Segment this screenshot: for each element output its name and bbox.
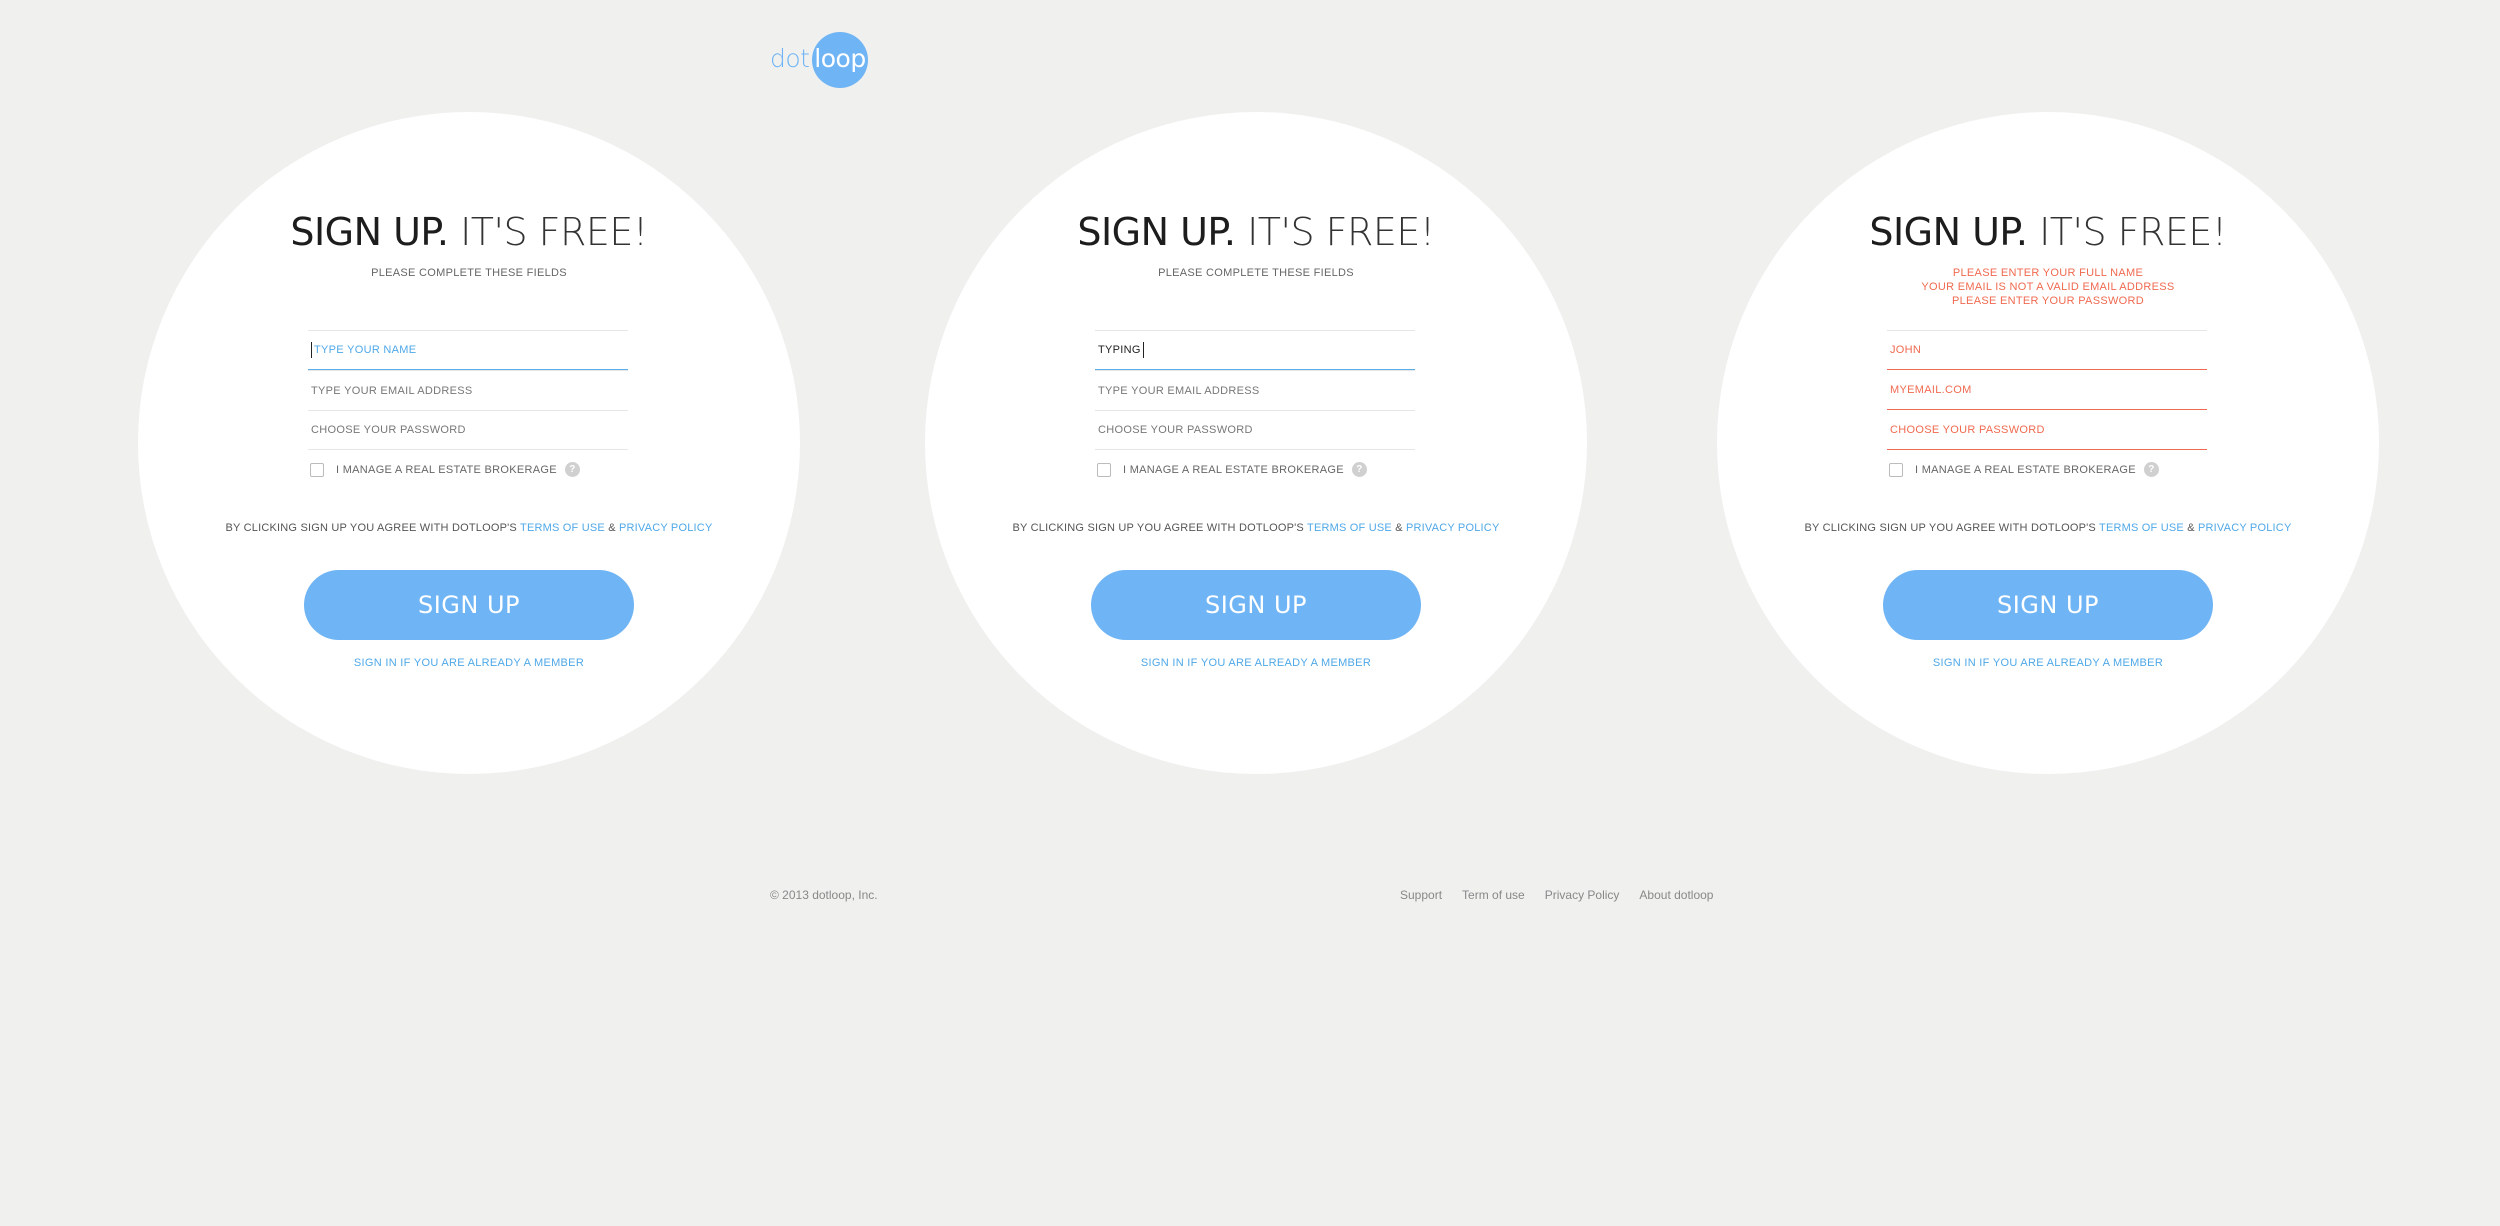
title-bold: SIGN UP. — [1869, 210, 2028, 254]
privacy-policy-link[interactable]: PRIVACY POLICY — [1406, 522, 1499, 534]
password-placeholder: CHOOSE YOUR PASSWORD — [311, 424, 466, 436]
signup-title: SIGN UP. IT'S FREE! — [138, 210, 800, 254]
email-placeholder: TYPE YOUR EMAIL ADDRESS — [1098, 384, 1260, 397]
signup-panel-empty: SIGN UP. IT'S FREE! PLEASE COMPLETE THES… — [138, 112, 800, 774]
terms-of-use-link[interactable]: TERMS OF USE — [1307, 522, 1392, 534]
name-field[interactable]: JOHN — [1887, 330, 2207, 370]
brokerage-checkbox[interactable] — [1889, 462, 1903, 477]
agreement-text: BY CLICKING SIGN UP YOU AGREE WITH DOTLO… — [138, 522, 800, 534]
error-password: PLEASE ENTER YOUR PASSWORD — [1952, 295, 2144, 307]
signin-link[interactable]: SIGN IN IF YOU ARE ALREADY A MEMBER — [925, 657, 1587, 669]
terms-of-use-link[interactable]: TERMS OF USE — [2099, 522, 2184, 534]
agreement-prefix: BY CLICKING SIGN UP YOU AGREE WITH DOTLO… — [225, 522, 521, 534]
brokerage-label[interactable]: I MANAGE A REAL ESTATE BROKERAGE — [1123, 464, 1344, 476]
name-field[interactable]: TYPE YOUR NAME — [308, 330, 628, 370]
brokerage-label[interactable]: I MANAGE A REAL ESTATE BROKERAGE — [1915, 464, 2136, 476]
signup-title: SIGN UP. IT'S FREE! — [925, 210, 1587, 254]
name-value: TYPING — [1098, 344, 1141, 356]
email-field[interactable]: TYPE YOUR EMAIL ADDRESS — [308, 370, 628, 410]
email-value: MYEMAIL.COM — [1890, 383, 1972, 396]
signup-subtitle: PLEASE COMPLETE THESE FIELDS — [371, 267, 567, 279]
signup-panel-typing: SIGN UP. IT'S FREE! PLEASE COMPLETE THES… — [925, 112, 1587, 774]
error-messages: PLEASE ENTER YOUR FULL NAME YOUR EMAIL I… — [1717, 266, 2379, 308]
logo-text-loop: loop — [814, 44, 866, 73]
signin-link[interactable]: SIGN IN IF YOU ARE ALREADY A MEMBER — [138, 657, 800, 669]
signup-form: TYPING TYPE YOUR EMAIL ADDRESS CHOOSE YO… — [1095, 330, 1415, 477]
brokerage-checkbox[interactable] — [310, 462, 324, 477]
title-light: IT'S FREE! — [1235, 210, 1435, 254]
password-placeholder: CHOOSE YOUR PASSWORD — [1890, 423, 2045, 436]
text-caret — [311, 342, 312, 358]
error-name: PLEASE ENTER YOUR FULL NAME — [1952, 267, 2144, 279]
footer-link-privacy[interactable]: Privacy Policy — [1545, 888, 1620, 902]
brokerage-option: I MANAGE A REAL ESTATE BROKERAGE ? — [1095, 462, 1415, 477]
agreement-text: BY CLICKING SIGN UP YOU AGREE WITH DOTLO… — [925, 522, 1587, 534]
title-light: IT'S FREE! — [448, 210, 648, 254]
footer-link-terms[interactable]: Term of use — [1462, 888, 1525, 902]
brokerage-label[interactable]: I MANAGE A REAL ESTATE BROKERAGE — [336, 464, 557, 476]
email-placeholder: TYPE YOUR EMAIL ADDRESS — [311, 384, 473, 397]
signin-link[interactable]: SIGN IN IF YOU ARE ALREADY A MEMBER — [1717, 657, 2379, 669]
email-field[interactable]: TYPE YOUR EMAIL ADDRESS — [1095, 370, 1415, 410]
name-value: JOHN — [1890, 344, 1922, 356]
signup-button[interactable]: SIGN UP — [1091, 570, 1421, 640]
error-email: YOUR EMAIL IS NOT A VALID EMAIL ADDRESS — [1921, 281, 2175, 293]
brokerage-option: I MANAGE A REAL ESTATE BROKERAGE ? — [1887, 462, 2207, 477]
signup-subtitle: PLEASE COMPLETE THESE FIELDS — [1158, 267, 1354, 279]
terms-of-use-link[interactable]: TERMS OF USE — [520, 522, 605, 534]
agreement-prefix: BY CLICKING SIGN UP YOU AGREE WITH DOTLO… — [1804, 522, 2100, 534]
password-field[interactable]: CHOOSE YOUR PASSWORD — [1095, 410, 1415, 450]
dotloop-logo[interactable]: dot loop — [770, 32, 870, 88]
signup-form: TYPE YOUR NAME TYPE YOUR EMAIL ADDRESS C… — [308, 330, 628, 477]
agreement-prefix: BY CLICKING SIGN UP YOU AGREE WITH DOTLO… — [1012, 522, 1308, 534]
signup-button[interactable]: SIGN UP — [304, 570, 634, 640]
signup-form: JOHN MYEMAIL.COM CHOOSE YOUR PASSWORD I … — [1887, 330, 2207, 477]
password-field[interactable]: CHOOSE YOUR PASSWORD — [1887, 410, 2207, 450]
brokerage-checkbox[interactable] — [1097, 462, 1111, 477]
agreement-amp: & — [1391, 522, 1406, 534]
help-icon[interactable]: ? — [2143, 462, 2159, 477]
signup-title: SIGN UP. IT'S FREE! — [1717, 210, 2379, 254]
title-bold: SIGN UP. — [290, 210, 449, 254]
agreement-amp: & — [2183, 522, 2198, 534]
footer-link-about[interactable]: About dotloop — [1639, 888, 1713, 902]
help-icon[interactable]: ? — [564, 462, 580, 477]
copyright: © 2013 dotloop, Inc. — [770, 888, 878, 902]
signup-panel-errors: SIGN UP. IT'S FREE! PLEASE ENTER YOUR FU… — [1717, 112, 2379, 774]
footer-links: Support Term of use Privacy Policy About… — [1400, 888, 1713, 902]
logo-text-dot: dot — [770, 44, 810, 73]
password-field[interactable]: CHOOSE YOUR PASSWORD — [308, 410, 628, 450]
email-field[interactable]: MYEMAIL.COM — [1887, 370, 2207, 410]
footer-link-support[interactable]: Support — [1400, 888, 1442, 902]
signup-button[interactable]: SIGN UP — [1883, 570, 2213, 640]
password-placeholder: CHOOSE YOUR PASSWORD — [1098, 424, 1253, 436]
name-field[interactable]: TYPING — [1095, 330, 1415, 370]
title-bold: SIGN UP. — [1077, 210, 1236, 254]
brokerage-option: I MANAGE A REAL ESTATE BROKERAGE ? — [308, 462, 628, 477]
text-caret — [1142, 342, 1144, 358]
agreement-text: BY CLICKING SIGN UP YOU AGREE WITH DOTLO… — [1717, 522, 2379, 534]
privacy-policy-link[interactable]: PRIVACY POLICY — [2198, 522, 2291, 534]
help-icon[interactable]: ? — [1351, 462, 1367, 477]
agreement-amp: & — [604, 522, 619, 534]
title-light: IT'S FREE! — [2027, 210, 2227, 254]
privacy-policy-link[interactable]: PRIVACY POLICY — [619, 522, 712, 534]
name-placeholder: TYPE YOUR NAME — [314, 344, 417, 356]
